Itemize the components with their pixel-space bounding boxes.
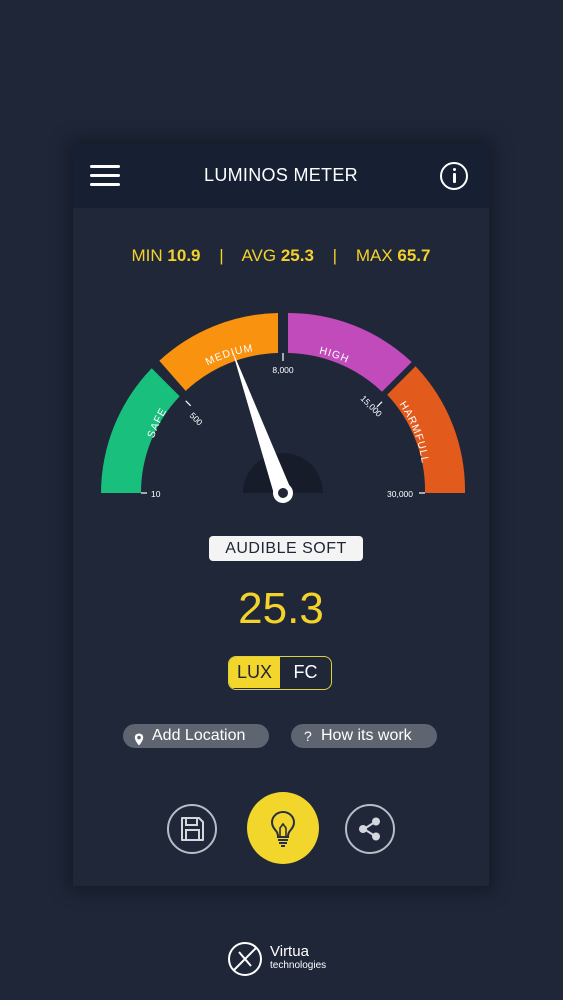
min-value: 10.9 [167,246,201,265]
lux-reading: 25.3 [238,584,324,633]
unit-toggle: LUX FC [228,656,332,690]
location-pin-icon [134,730,144,754]
stats-row: MIN 10.9 | AVG 25.3 | MAX 65.7 [73,246,489,266]
tick-label-500: 500 [188,410,205,427]
how-it-works-label: How its work [321,727,412,744]
add-location-label: Add Location [152,727,246,744]
add-location-button[interactable]: Add Location [123,724,269,748]
top-bar: LUMINOS METER [73,144,489,208]
max-value: 65.7 [397,246,431,265]
virtua-logo-icon [228,942,262,976]
bulb-icon [270,810,296,847]
tick-label-30000: 30,000 [387,489,413,499]
info-icon[interactable] [440,162,468,190]
stats-separator: | [332,246,338,265]
unit-lux-button[interactable]: LUX [229,657,280,688]
mode-badge: AUDIBLE SOFT [209,536,363,561]
min-label: MIN [131,246,163,265]
lux-gauge: SAFE MEDIUM HIGH HARMFULL 10 500 8,000 1… [101,312,466,503]
max-label: MAX [355,246,393,265]
share-button[interactable] [345,804,395,854]
brand-name: Virtua [270,943,309,960]
bulb-button[interactable] [247,792,319,864]
save-icon [181,817,204,841]
question-icon: ? [304,728,312,744]
avg-label: AVG [241,246,277,265]
tick-label-15000: 15,000 [359,393,385,419]
tick-label-8000: 8,000 [272,365,294,375]
brand-footer: Virtua technologies [226,938,346,978]
brand-subtitle: technologies [270,960,327,971]
zone-high-arc [288,312,412,392]
zone-safe-arc [101,368,180,493]
zone-harmful-arc [387,366,466,493]
app-title: LUMINOS METER [204,165,358,185]
avg-value: 25.3 [280,246,314,265]
stats-separator: | [219,246,224,265]
save-button[interactable] [167,804,217,854]
share-icon [359,817,380,841]
unit-fc-button[interactable]: FC [280,657,331,688]
how-it-works-button[interactable]: ? How its work [291,724,437,748]
app-screen: LUMINOS METER MIN 10.9 | AVG 25.3 | MAX … [73,144,489,886]
tick-label-10: 10 [151,489,161,499]
